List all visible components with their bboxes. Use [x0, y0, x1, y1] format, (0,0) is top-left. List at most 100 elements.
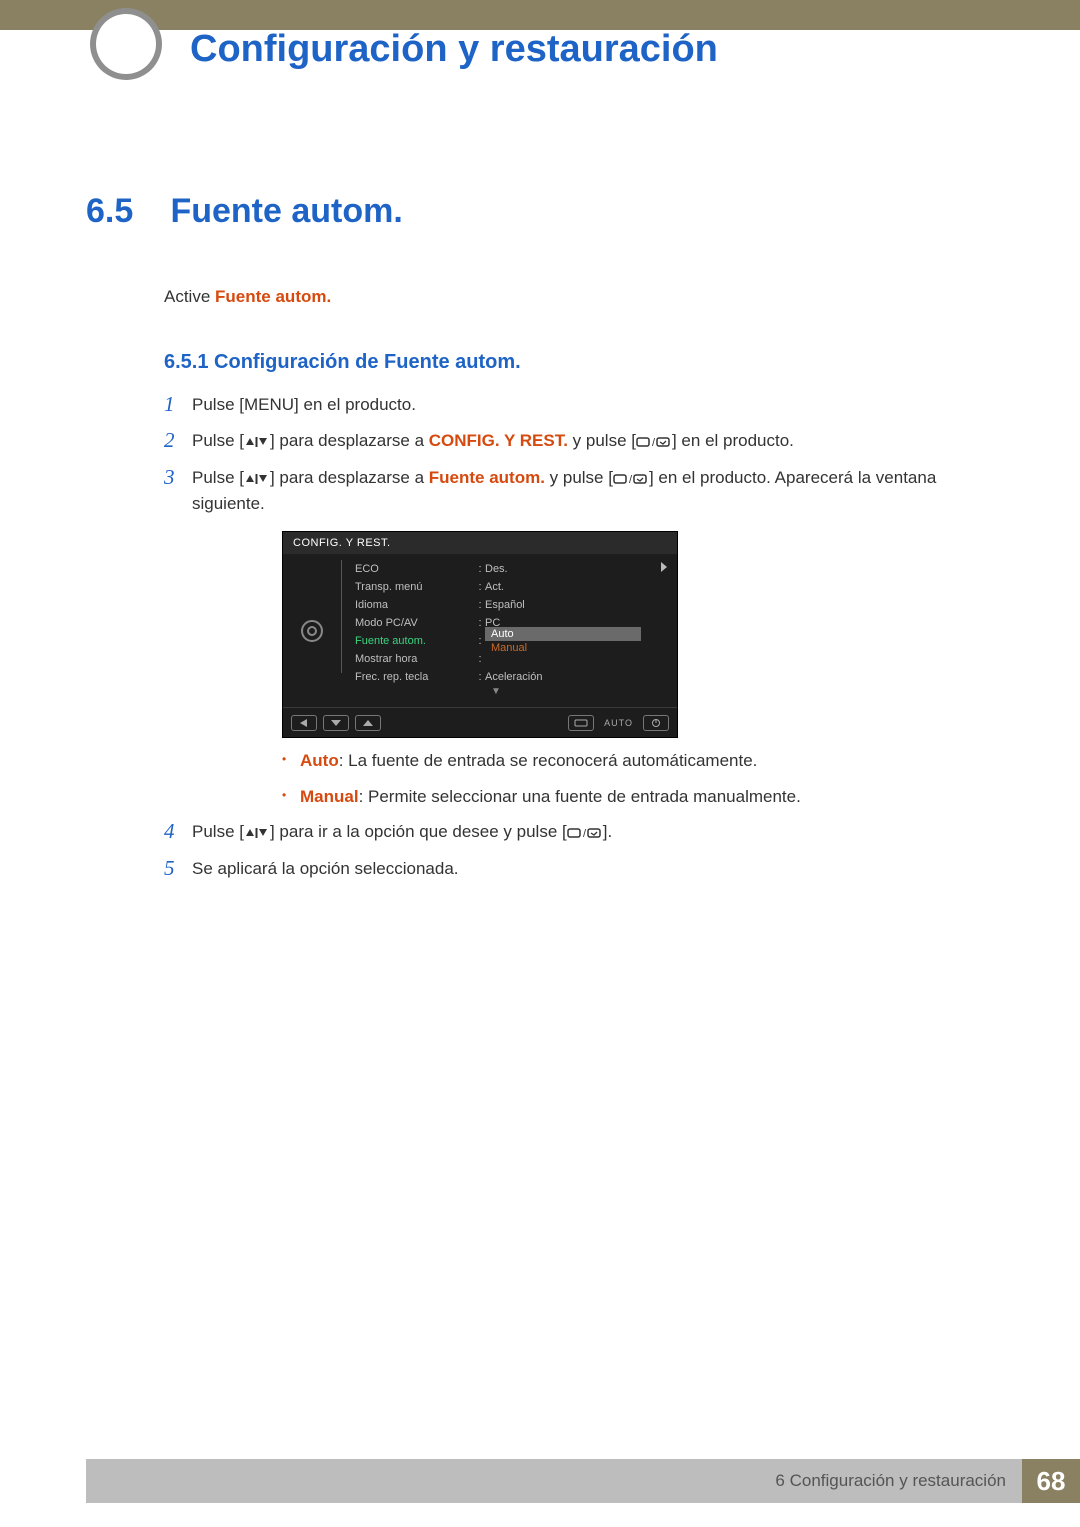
power-icon: [643, 715, 669, 731]
osd-row: ECO:Des.: [341, 560, 651, 578]
chevron-down-icon: ▼: [341, 686, 651, 701]
svg-text:/: /: [652, 437, 656, 448]
bullet-dot-icon: •: [282, 784, 300, 810]
svg-text:/: /: [629, 474, 633, 485]
text: Se aplicará la opción seleccionada.: [192, 859, 459, 878]
page-footer: 6 Configuración y restauración 68: [86, 1459, 1080, 1503]
source-enter-icon: /: [636, 436, 672, 448]
text: ] para desplazarse a: [270, 431, 429, 450]
page-number: 68: [1022, 1459, 1080, 1503]
menu-key: MENU: [244, 395, 294, 414]
step-number: 2: [164, 428, 192, 453]
step-4: 4 Pulse [ ] para ir a la opción que desee…: [164, 819, 970, 845]
bullet-text: Manual: Permite seleccionar una fuente d…: [300, 784, 801, 810]
section-number: 6.5: [86, 192, 166, 231]
text: ] en el producto.: [672, 431, 794, 450]
text: Pulse [: [192, 822, 244, 841]
osd-label: Frec. rep. tecla: [355, 671, 475, 683]
step-number: 1: [164, 392, 192, 417]
subsection-title: 6.5.1 Configuración de Fuente autom.: [164, 351, 970, 374]
step-number: 4: [164, 819, 192, 844]
highlight: CONFIG. Y REST.: [429, 431, 568, 450]
intro-pre: Active: [164, 287, 215, 306]
osd-body: ECO:Des. Transp. menú:Act. Idioma:Españo…: [283, 554, 677, 707]
osd-options: Auto Manual: [485, 627, 641, 655]
osd-right-panel: [651, 554, 677, 707]
up-down-icon: [244, 473, 270, 485]
svg-text:/: /: [583, 828, 587, 839]
osd-label: Transp. menú: [355, 581, 475, 593]
down-icon: [323, 715, 349, 731]
osd-row: Transp. menú:Act.: [341, 578, 651, 596]
bullet-dot-icon: •: [282, 748, 300, 774]
osd-menu: CONFIG. Y REST. ECO:Des. Transp. menú:Ac…: [282, 531, 678, 738]
text: ] para desplazarse a: [270, 468, 429, 487]
highlight: Manual: [300, 787, 359, 806]
gear-icon: [301, 620, 323, 642]
bullet-list: • Auto: La fuente de entrada se reconoce…: [282, 748, 970, 809]
osd-label: Modo PC/AV: [355, 617, 475, 629]
chapter-badge: [90, 8, 162, 80]
footer-chapter: 6 Configuración y restauración: [86, 1459, 1022, 1503]
osd-title: CONFIG. Y REST.: [283, 532, 677, 554]
osd-footer: AUTO: [283, 707, 677, 737]
step-1: 1 Pulse [MENU] en el producto.: [164, 392, 970, 418]
back-icon: [291, 715, 317, 731]
highlight: Fuente autom.: [429, 468, 545, 487]
bullet-item: • Auto: La fuente de entrada se reconoce…: [282, 748, 970, 774]
step-5: 5 Se aplicará la opción seleccionada.: [164, 856, 970, 882]
chapter-title: Configuración y restauración: [190, 28, 718, 71]
highlight: Auto: [300, 751, 339, 770]
osd-label: Idioma: [355, 599, 475, 611]
bullet-item: • Manual: Permite seleccionar una fuente…: [282, 784, 970, 810]
osd-left-panel: [283, 554, 341, 707]
text: : La fuente de entrada se reconocerá aut…: [339, 751, 758, 770]
intro-highlight: Fuente autom.: [215, 287, 331, 306]
text: Pulse [: [192, 468, 244, 487]
osd-list: ECO:Des. Transp. menú:Act. Idioma:Españo…: [341, 554, 651, 707]
steps-list: 1 Pulse [MENU] en el producto. 2 Pulse […: [164, 392, 970, 882]
step-number: 5: [164, 856, 192, 881]
chevron-right-icon: [661, 562, 667, 572]
text: ] en el producto.: [294, 395, 416, 414]
step-text: Pulse [ ] para ir a la opción que desee y…: [192, 819, 612, 845]
up-down-icon: [244, 827, 270, 839]
osd-value: Aceleración: [485, 671, 641, 683]
text: y pulse [: [545, 468, 613, 487]
step-2: 2 Pulse [ ] para desplazarse a CONFIG. Y …: [164, 428, 970, 454]
step-text: Pulse [ ] para desplazarse a Fuente autom…: [192, 465, 970, 518]
bullet-text: Auto: La fuente de entrada se reconocerá…: [300, 748, 757, 774]
text: Pulse [: [192, 395, 244, 414]
source-enter-icon: /: [613, 473, 649, 485]
step-text: Pulse [MENU] en el producto.: [192, 392, 416, 418]
text: ].: [603, 822, 612, 841]
enter-icon: [568, 715, 594, 731]
up-icon: [355, 715, 381, 731]
step-text: Pulse [ ] para desplazarse a CONFIG. Y RE…: [192, 428, 794, 454]
osd-option: Manual: [485, 641, 641, 655]
osd-value: Act.: [485, 581, 641, 593]
osd-label: Fuente autom.: [355, 635, 475, 647]
section-title: Fuente autom.: [170, 192, 402, 230]
text: ] para ir a la opción que desee y pulse …: [270, 822, 567, 841]
osd-row: Idioma:Español: [341, 596, 651, 614]
osd-value: Español: [485, 599, 641, 611]
step-text: Se aplicará la opción seleccionada.: [192, 856, 459, 882]
osd-label: Mostrar hora: [355, 653, 475, 665]
osd-row-active: Fuente autom.: Auto Manual: [341, 632, 651, 650]
text: Pulse [: [192, 431, 244, 450]
text: y pulse [: [568, 431, 636, 450]
step-number: 3: [164, 465, 192, 490]
intro-text: Active Fuente autom.: [164, 287, 970, 307]
top-bar: [0, 0, 1080, 30]
section-body: 6.5 Fuente autom. Active Fuente autom. 6…: [86, 192, 970, 892]
up-down-icon: [244, 436, 270, 448]
text: : Permite seleccionar una fuente de entr…: [359, 787, 801, 806]
osd-label: ECO: [355, 563, 475, 575]
osd-value: Des.: [485, 563, 641, 575]
osd-option-selected: Auto: [485, 627, 641, 641]
step-3: 3 Pulse [ ] para desplazarse a Fuente aut…: [164, 465, 970, 518]
osd-row: Frec. rep. tecla:Aceleración: [341, 668, 651, 686]
source-enter-icon: /: [567, 827, 603, 839]
auto-label: AUTO: [600, 718, 637, 728]
